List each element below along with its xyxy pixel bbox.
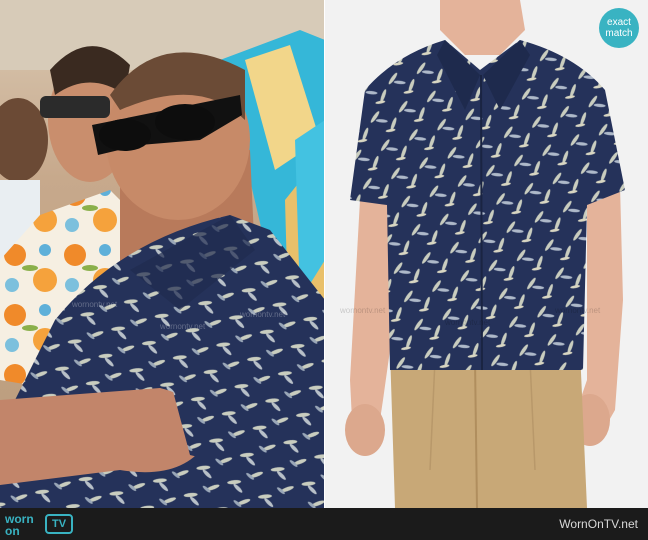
site-name: WornOnTV.net (559, 517, 638, 531)
footer-bar: worn on TV WornOnTV.net (0, 508, 648, 540)
watermark-text: wornontv.net (555, 306, 601, 315)
badge-line-2: match (605, 28, 633, 39)
watermark-text: wornontv.net (445, 318, 491, 327)
watermark-text: wornontv.net (340, 306, 386, 315)
product-photo: wornontv.net wornontv.net wornontv.net (325, 0, 648, 508)
product-illustration (325, 0, 648, 508)
watermark-text: wornontv.net (160, 322, 206, 331)
tv-still-photo: wornontv.net wornontv.net wornontv.net (0, 0, 325, 508)
watermark-text: wornontv.net (240, 310, 286, 319)
logo-word-on: on (5, 524, 20, 538)
logo-tv-text: TV (51, 518, 67, 530)
tv-still-illustration (0, 0, 325, 508)
watermark-text: wornontv.net (72, 300, 118, 309)
tv-icon: TV (45, 514, 73, 534)
wornontv-logo[interactable]: worn on TV (5, 511, 81, 538)
exact-match-badge: exact match (599, 8, 639, 48)
badge-line-1: exact (607, 17, 631, 28)
